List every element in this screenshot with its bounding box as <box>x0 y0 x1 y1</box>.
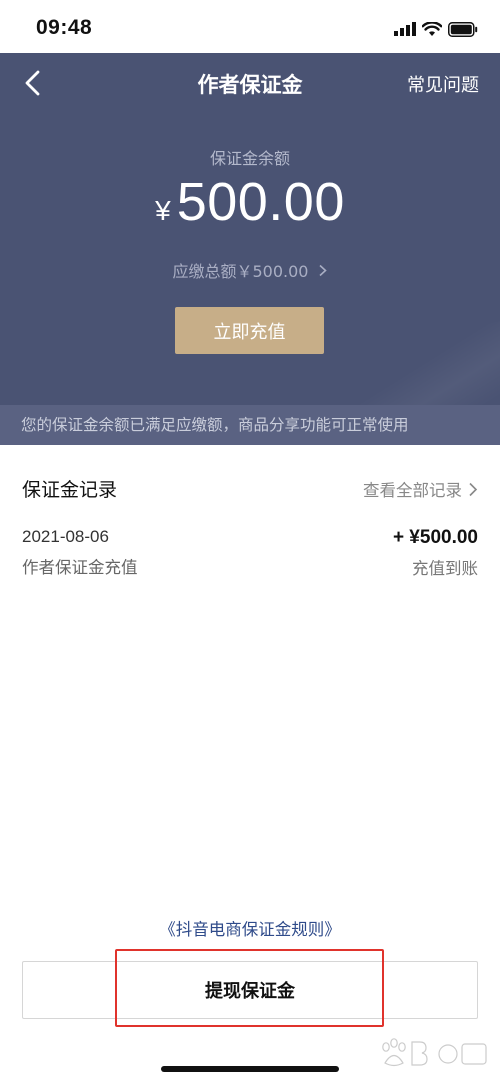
currency-symbol: ¥ <box>155 195 171 226</box>
record-date: 2021-08-06 <box>22 527 109 546</box>
status-bar: 09:48 <box>0 0 500 53</box>
deposit-header: 作者保证金 常见问题 保证金余额 ¥ 500.00 应缴总额￥500.00 立即… <box>0 53 500 445</box>
battery-icon <box>448 21 478 37</box>
record-status: 充值到账 <box>412 559 478 578</box>
records-title: 保证金记录 <box>22 479 118 501</box>
record-row[interactable]: 2021-08-06 作者保证金充值 + ¥500.00 充值到账 <box>22 527 478 583</box>
due-total-text: 应缴总额￥500.00 <box>172 262 309 281</box>
cellular-signal-icon <box>394 22 416 36</box>
faq-link[interactable]: 常见问题 <box>407 71 479 97</box>
balance-label: 保证金余额 <box>209 149 290 168</box>
view-all-records-link[interactable]: 查看全部记录 <box>363 477 478 501</box>
recharge-button[interactable]: 立即充值 <box>175 307 324 354</box>
balance-amount: ¥ 500.00 <box>0 171 500 233</box>
deposit-rules-link[interactable]: 《抖音电商保证金规则》 <box>0 916 500 940</box>
due-total-link[interactable]: 应缴总额￥500.00 <box>0 258 500 282</box>
wifi-icon <box>422 21 442 36</box>
balance-value: 500.00 <box>176 172 345 232</box>
notice-bar: 您的保证金余额已满足应缴额，商品分享功能可正常使用 <box>0 405 500 445</box>
view-all-records-label: 查看全部记录 <box>363 481 462 500</box>
home-indicator[interactable] <box>161 1066 339 1072</box>
chevron-right-icon <box>469 482 478 496</box>
withdraw-deposit-button[interactable]: 提现保证金 <box>22 961 478 1019</box>
record-description: 作者保证金充值 <box>22 558 138 577</box>
record-amount: + ¥500.00 <box>392 527 478 548</box>
status-time: 09:48 <box>36 16 93 39</box>
baidu-watermark-logo <box>382 1038 487 1067</box>
status-icons <box>394 18 478 40</box>
chevron-right-icon <box>319 264 327 277</box>
